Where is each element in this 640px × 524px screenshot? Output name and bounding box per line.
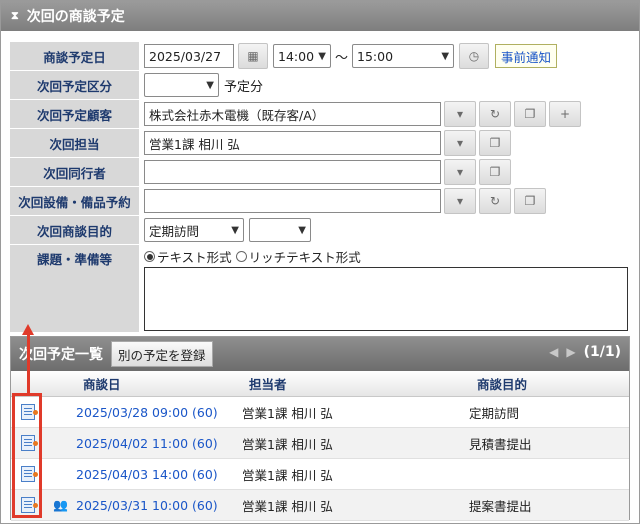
label-date: 商談予定日 <box>10 42 139 71</box>
row-date-link[interactable]: 2025/04/02 11:00 (60) <box>76 436 218 451</box>
equipment-copy-button[interactable]: ❐ <box>514 188 546 214</box>
table-row[interactable]: 👥 2025/03/31 10:00 (60) 営業1課 相川 弘 提案書提出 <box>11 490 629 521</box>
plus-icon: + <box>559 107 571 121</box>
chevron-down-icon: ▼ <box>318 50 326 62</box>
date-input[interactable]: 2025/03/27 <box>144 44 234 68</box>
row-category: 次回予定区分 ▼ 予定分 <box>10 71 628 100</box>
purpose-sub-select[interactable]: ▼ <box>249 218 311 242</box>
equipment-dropdown-button[interactable]: ▾ <box>444 188 476 214</box>
row-purpose: 定期訪問 <box>469 405 520 421</box>
customer-reset-button[interactable]: ↻ <box>479 101 511 127</box>
refresh-icon: ↻ <box>489 194 501 208</box>
next-schedule-list: 次回予定一覧 別の予定を登録 ◀ ▶ (1/1) 商談日 担当者 商談目的 20… <box>10 336 630 521</box>
copy-icon: ❐ <box>489 165 501 179</box>
annotation-highlight-box <box>12 393 42 518</box>
register-other-button[interactable]: 別の予定を登録 <box>111 341 213 367</box>
label-notes: 課題・準備等 <box>10 245 139 333</box>
label-equipment: 次回設備・備品予約 <box>10 187 139 216</box>
list-title: 次回予定一覧 <box>19 347 103 363</box>
owner-dropdown-button[interactable]: ▾ <box>444 130 476 156</box>
label-customer: 次回予定顧客 <box>10 100 139 129</box>
calendar-icon[interactable]: ▦ <box>238 43 268 69</box>
row-date-link[interactable]: 2025/03/31 10:00 (60) <box>76 498 218 513</box>
copy-icon: ❐ <box>489 136 501 150</box>
row-owner: 営業1課 相川 弘 <box>242 405 333 421</box>
radio-rich-format[interactable]: リッチテキスト形式 <box>235 247 361 266</box>
category-select[interactable]: ▼ <box>144 73 219 97</box>
notes-textarea[interactable] <box>144 267 628 331</box>
title-bar: ⧗ 次回の商談予定 <box>1 1 639 31</box>
owner-copy-button[interactable]: ❐ <box>479 130 511 156</box>
chevron-down-icon: ▼ <box>298 224 306 236</box>
chevron-down-icon: ▾ <box>456 194 464 208</box>
prev-page-icon[interactable]: ◀ <box>549 345 558 359</box>
row-notes: 課題・準備等 テキスト形式 リッチテキスト形式 <box>10 245 628 333</box>
row-purpose: 見積書提出 <box>469 436 532 452</box>
chevron-down-icon: ▾ <box>456 136 464 150</box>
next-page-icon[interactable]: ▶ <box>566 345 575 359</box>
chevron-down-icon: ▾ <box>456 107 464 121</box>
customer-copy-button[interactable]: ❐ <box>514 101 546 127</box>
schedule-form: 商談予定日 2025/03/27 ▦ 14:00 ▼ ～ 15:00 ▼ ◷ 事前通… <box>10 42 628 333</box>
people-icon: 👥 <box>53 498 68 512</box>
clock-icon[interactable]: ◷ <box>459 43 490 69</box>
chevron-down-icon: ▼ <box>441 50 450 62</box>
chevron-down-icon: ▼ <box>206 79 214 91</box>
page-indicator: (1/1) <box>583 344 621 360</box>
category-suffix: 予定分 <box>224 79 264 95</box>
row-date-link[interactable]: 2025/04/03 14:00 (60) <box>76 467 218 482</box>
list-header: 次回予定一覧 別の予定を登録 ◀ ▶ (1/1) <box>11 337 629 371</box>
copy-icon: ❐ <box>524 194 536 208</box>
customer-dropdown-button[interactable]: ▾ <box>444 101 476 127</box>
copy-icon: ❐ <box>524 107 536 121</box>
row-owner: 営業1課 相川 弘 <box>242 467 333 483</box>
column-owner[interactable]: 担当者 <box>249 374 287 393</box>
chevron-down-icon: ▾ <box>456 165 464 179</box>
customer-add-button[interactable]: + <box>549 101 581 127</box>
purpose-select[interactable]: 定期訪問 ▼ <box>144 218 244 242</box>
label-owner: 次回担当 <box>10 129 139 158</box>
pager: ◀ ▶ (1/1) <box>549 344 621 360</box>
row-companion: 次回同行者 ▾ ❐ <box>10 158 628 187</box>
owner-input[interactable]: 営業1課 相川 弘 <box>144 131 441 155</box>
row-equipment: 次回設備・備品予約 ▾ ↻ ❐ <box>10 187 628 216</box>
time-range-separator: ～ <box>335 50 349 66</box>
time-end-select[interactable]: 15:00 ▼ <box>352 44 455 68</box>
companion-dropdown-button[interactable]: ▾ <box>444 159 476 185</box>
refresh-icon: ↻ <box>489 107 501 121</box>
row-customer: 次回予定顧客 株式会社赤木電機（既存客/A） ▾ ↻ ❐ + <box>10 100 628 129</box>
column-date[interactable]: 商談日 <box>83 374 121 393</box>
row-date-link[interactable]: 2025/03/28 09:00 (60) <box>76 405 218 420</box>
label-purpose: 次回商談目的 <box>10 216 139 245</box>
chevron-down-icon: ▼ <box>231 224 239 236</box>
radio-text-format[interactable]: テキスト形式 <box>144 247 232 266</box>
customer-input[interactable]: 株式会社赤木電機（既存客/A） <box>144 102 441 126</box>
window-title: 次回の商談予定 <box>26 9 125 25</box>
row-purpose: 提案書提出 <box>469 498 532 514</box>
annotation-arrow-line <box>27 334 30 394</box>
row-owner: 次回担当 営業1課 相川 弘 ▾ ❐ <box>10 129 628 158</box>
label-companion: 次回同行者 <box>10 158 139 187</box>
companion-input[interactable] <box>144 160 441 184</box>
table-row[interactable]: 2025/03/28 09:00 (60) 営業1課 相川 弘 定期訪問 <box>11 397 629 428</box>
hourglass-icon: ⧗ <box>11 9 19 22</box>
column-purpose[interactable]: 商談目的 <box>477 374 527 393</box>
equipment-input[interactable] <box>144 189 441 213</box>
label-category: 次回予定区分 <box>10 71 139 100</box>
equipment-reset-button[interactable]: ↻ <box>479 188 511 214</box>
table-row[interactable]: 2025/04/03 14:00 (60) 営業1課 相川 弘 <box>11 459 629 490</box>
notice-button[interactable]: 事前通知 <box>495 44 558 68</box>
row-date: 商談予定日 2025/03/27 ▦ 14:00 ▼ ～ 15:00 ▼ ◷ 事前通… <box>10 42 628 71</box>
time-start-select[interactable]: 14:00 ▼ <box>273 44 331 68</box>
companion-copy-button[interactable]: ❐ <box>479 159 511 185</box>
row-purpose: 次回商談目的 定期訪問 ▼ ▼ <box>10 216 628 245</box>
row-owner: 営業1課 相川 弘 <box>242 436 333 452</box>
table-header: 商談日 担当者 商談目的 <box>11 371 629 397</box>
table-row[interactable]: 2025/04/02 11:00 (60) 営業1課 相川 弘 見積書提出 <box>11 428 629 459</box>
row-owner: 営業1課 相川 弘 <box>242 498 333 514</box>
